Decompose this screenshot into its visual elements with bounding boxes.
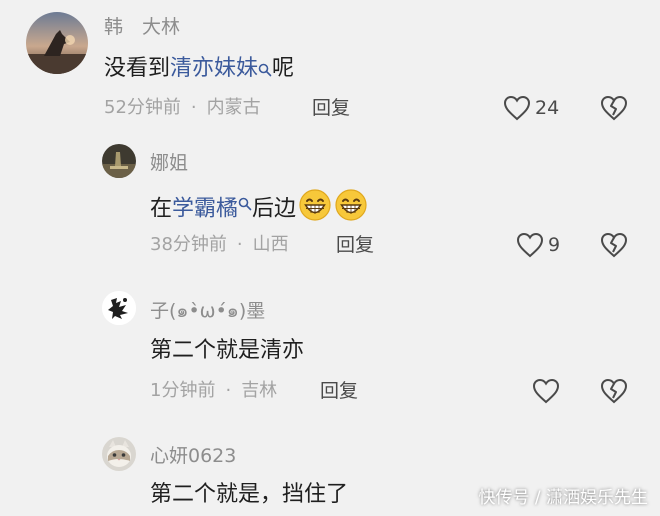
comment-meta: 38分钟前 · 山西 [150, 233, 289, 257]
avatar[interactable] [102, 437, 136, 471]
comment-meta: 1分钟前 · 吉林 [150, 379, 277, 403]
comment-location: 吉林 [241, 380, 278, 401]
dislike-button[interactable] [600, 378, 628, 406]
grin-emoji-icon [334, 188, 368, 231]
reply-button[interactable]: 回复 [320, 379, 358, 403]
like-count: 24 [535, 97, 560, 119]
comment-meta: 52分钟前 · 内蒙古 [104, 96, 261, 120]
comment-time: 1分钟前 [150, 380, 216, 401]
comment-text: 没看到清亦妹妹呢 [104, 54, 294, 86]
avatar[interactable] [102, 291, 136, 325]
comment-username[interactable]: 心妍0623 [150, 444, 236, 468]
avatar[interactable] [26, 12, 88, 74]
comment-location: 山西 [252, 234, 289, 255]
reply-button[interactable]: 回复 [312, 96, 350, 120]
like-button[interactable] [532, 377, 560, 405]
comment-time: 52分钟前 [104, 97, 181, 118]
avatar[interactable] [102, 144, 136, 178]
heart-outline-icon [516, 232, 544, 258]
comment-text-prefix: 在 [150, 196, 173, 222]
comment-username[interactable]: 娜姐 [150, 151, 188, 175]
comment-time: 38分钟前 [150, 234, 227, 255]
heart-outline-icon [503, 95, 531, 121]
grin-emoji-icon [298, 188, 332, 231]
search-icon[interactable] [238, 190, 252, 220]
search-icon[interactable] [258, 56, 272, 86]
comment-text: 第二个就是清亦 [150, 338, 305, 363]
heart-outline-icon [532, 378, 560, 404]
broken-heart-icon [600, 232, 628, 258]
dislike-button[interactable] [600, 232, 628, 260]
like-count: 9 [548, 234, 561, 256]
search-link[interactable]: 学霸橘 [172, 197, 238, 222]
comment-username[interactable]: 子(๑•̀ω•́๑)墨 [150, 299, 265, 323]
broken-heart-icon [600, 378, 628, 404]
dislike-button[interactable] [600, 95, 628, 123]
comment-text: 第二个就是，挡住了 [150, 482, 349, 507]
watermark: 快传号 / 潇洒娱乐先生 [478, 488, 648, 508]
like-button[interactable]: 9 [516, 231, 560, 259]
comment-username[interactable]: 韩 大林 [104, 15, 180, 39]
comment-text-suffix: 后边 [252, 196, 297, 222]
like-button[interactable]: 24 [503, 94, 559, 122]
separator-dot: · [236, 234, 243, 255]
reply-button[interactable]: 回复 [336, 233, 374, 257]
comment-location: 内蒙古 [206, 97, 261, 118]
broken-heart-icon [600, 95, 628, 121]
separator-dot: · [190, 97, 197, 118]
comment-text-suffix: 呢 [272, 56, 295, 81]
comment-text: 在学霸橘 后边 [150, 188, 368, 231]
search-link[interactable]: 清亦妹妹 [170, 56, 258, 81]
comment-text-prefix: 没看到 [104, 56, 171, 81]
separator-dot: · [225, 380, 232, 401]
